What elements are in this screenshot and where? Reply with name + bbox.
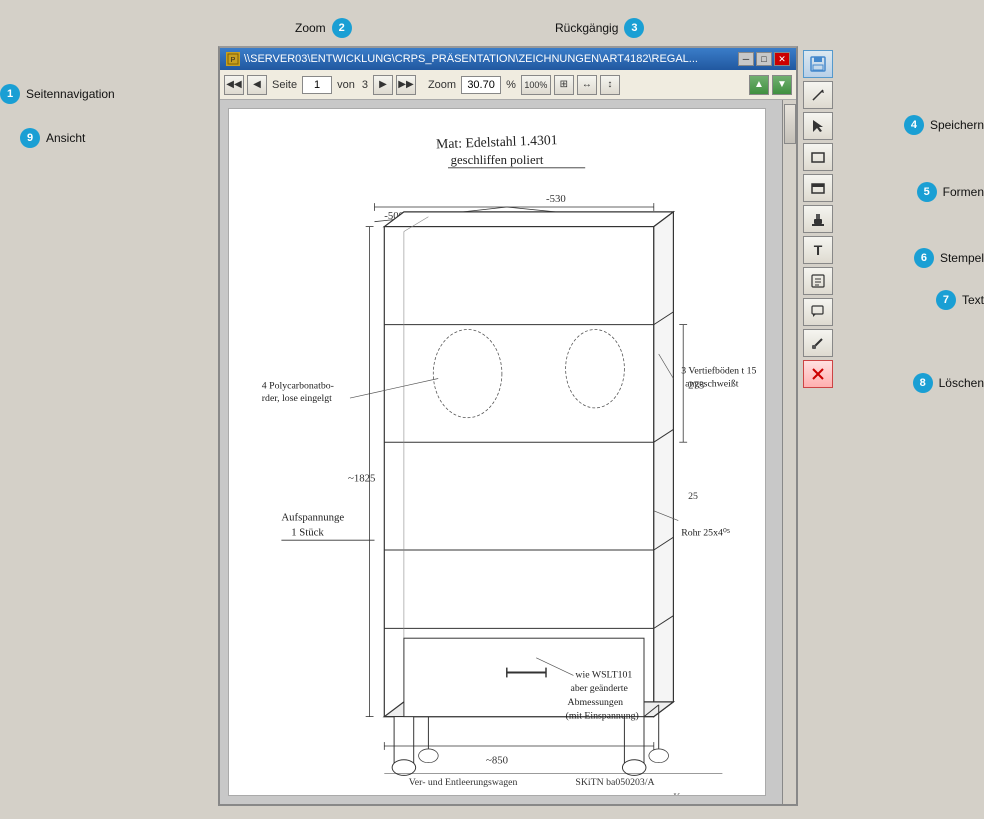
page-label: Seite — [272, 79, 297, 91]
content-area: Mat: Edelstahl 1.4301 geschliffen polier… — [220, 100, 796, 804]
zoom-page-button[interactable]: ⊞ — [554, 75, 574, 95]
svg-text:3 Vertiefböden t 15: 3 Vertiefböden t 15 — [681, 366, 756, 377]
svg-text:Rohr 25x4⁰⁵: Rohr 25x4⁰⁵ — [681, 527, 730, 538]
page-input[interactable] — [302, 76, 332, 94]
seitennavigation-badge: 1 — [0, 84, 20, 104]
note-rt-button[interactable] — [803, 267, 833, 295]
rueckgaengig-label: Rückgängig — [555, 21, 618, 35]
save-rt-button[interactable] — [803, 50, 833, 78]
svg-text:Ver- und Entleerungswagen: Ver- und Entleerungswagen — [409, 777, 518, 788]
stempel-badge: 6 — [914, 248, 934, 268]
loeschen-annotation: Löschen 8 — [913, 373, 984, 393]
formen-badge: 5 — [917, 182, 937, 202]
svg-text:25: 25 — [688, 491, 698, 502]
svg-text:wie WSLT101: wie WSLT101 — [575, 669, 632, 680]
app-icon: P — [226, 52, 240, 66]
last-page-button[interactable]: ▶▶ — [396, 75, 416, 95]
minimize-button[interactable]: ─ — [738, 52, 754, 66]
svg-text:273: 273 — [688, 379, 704, 391]
zoom-label: Zoom — [428, 79, 456, 91]
seitennavigation-label: Seitennavigation — [26, 87, 115, 101]
speichern-annotation: Speichern 4 — [904, 115, 984, 135]
loeschen-label: Löschen — [939, 376, 984, 390]
sketch-area: Mat: Edelstahl 1.4301 geschliffen polier… — [229, 109, 765, 795]
ansicht-badge: 9 — [20, 128, 40, 148]
rect-rt-button[interactable] — [803, 143, 833, 171]
svg-text:~850: ~850 — [486, 755, 508, 767]
page-total: 3 — [362, 79, 368, 91]
nav-up-button[interactable]: ▲ — [749, 75, 769, 95]
svg-text:aber geänderte: aber geänderte — [571, 683, 629, 694]
rueckgaengig-badge: 3 — [624, 18, 644, 38]
nav-down-button[interactable]: ▼ — [772, 75, 792, 95]
ansicht-label: Ansicht — [46, 131, 85, 145]
of-label: von — [337, 79, 355, 91]
rueckgaengig-annotation: Rückgängig 3 — [555, 18, 644, 38]
document-area: Mat: Edelstahl 1.4301 geschliffen polier… — [220, 100, 782, 804]
rect-filled-rt-button[interactable] — [803, 174, 833, 202]
delete-rt-button[interactable] — [803, 360, 833, 388]
svg-text:1 Stück: 1 Stück — [291, 526, 324, 538]
maximize-button[interactable]: □ — [756, 52, 772, 66]
svg-text:Aufspannunge: Aufspannunge — [281, 512, 344, 524]
svg-text:SKiTN ba050203/A: SKiTN ba050203/A — [575, 777, 654, 788]
zoom-annotation-label: Zoom — [295, 21, 326, 35]
sketch-svg: Mat: Edelstahl 1.4301 geschliffen polier… — [229, 109, 765, 795]
svg-text:Abmessungen: Abmessungen — [568, 697, 624, 708]
text-annotation: Text 7 — [936, 290, 984, 310]
loeschen-badge: 8 — [913, 373, 933, 393]
zoom-input[interactable] — [461, 76, 501, 94]
formen-label: Formen — [943, 185, 984, 199]
svg-text:(mit Einspannung): (mit Einspannung) — [566, 711, 639, 722]
zoom-annotation: Zoom 2 — [295, 18, 352, 38]
select-rt-button[interactable] — [803, 112, 833, 140]
next-page-button[interactable]: ▶ — [373, 75, 393, 95]
prev-page-button[interactable]: ◀ — [247, 75, 267, 95]
zoom-badge: 2 — [332, 18, 352, 38]
formen-annotation: Formen 5 — [917, 182, 984, 202]
document-page: Mat: Edelstahl 1.4301 geschliffen polier… — [228, 108, 766, 796]
zoom-height-button[interactable]: ↕ — [600, 75, 620, 95]
zoom-100-button[interactable]: 100% — [521, 75, 551, 95]
text-label: Text — [962, 293, 984, 307]
speichern-badge: 4 — [904, 115, 924, 135]
pen-rt-button[interactable] — [803, 81, 833, 109]
document-window: P \\SERVER03\ENTWICKLUNG\CRPS_PRÄSENTATI… — [218, 46, 798, 806]
svg-text:Kum: Kum — [673, 792, 693, 795]
window-title: \\SERVER03\ENTWICKLUNG\CRPS_PRÄSENTATION… — [244, 53, 734, 65]
tool-rt-button[interactable] — [803, 329, 833, 357]
text-badge: 7 — [936, 290, 956, 310]
speichern-label: Speichern — [930, 118, 984, 132]
svg-text:4 Polycarbonatbo-: 4 Polycarbonatbo- — [262, 380, 334, 391]
ansicht-annotation: 9 Ansicht — [20, 128, 85, 148]
close-button[interactable]: ✕ — [774, 52, 790, 66]
right-toolbar: T — [800, 46, 836, 392]
stempel-label: Stempel — [940, 251, 984, 265]
stempel-annotation: Stempel 6 — [914, 248, 984, 268]
zoom-percent: % — [506, 79, 516, 91]
svg-text:rder, lose eingelgt: rder, lose eingelgt — [262, 393, 332, 404]
first-page-button[interactable]: ◀◀ — [224, 75, 244, 95]
svg-text:~1825: ~1825 — [348, 472, 375, 484]
seitennavigation-annotation: 1 Seitennavigation — [0, 84, 115, 104]
text-rt-button[interactable]: T — [803, 236, 833, 264]
title-bar: P \\SERVER03\ENTWICKLUNG\CRPS_PRÄSENTATI… — [220, 48, 796, 70]
stamp-rt-button[interactable] — [803, 205, 833, 233]
zoom-width-button[interactable]: ↔ — [577, 75, 597, 95]
svg-text:-530: -530 — [546, 193, 566, 205]
callout-rt-button[interactable] — [803, 298, 833, 326]
scrollbar-thumb[interactable] — [784, 104, 796, 144]
vertical-scrollbar[interactable] — [782, 100, 796, 804]
window-controls: ─ □ ✕ — [738, 52, 790, 66]
document-toolbar: ◀◀ ◀ Seite von 3 ▶ ▶▶ Zoom % 100% ⊞ ↔ ↕ … — [220, 70, 796, 100]
svg-text:P: P — [231, 57, 236, 64]
svg-text:geschliffen poliert: geschliffen poliert — [451, 153, 544, 167]
